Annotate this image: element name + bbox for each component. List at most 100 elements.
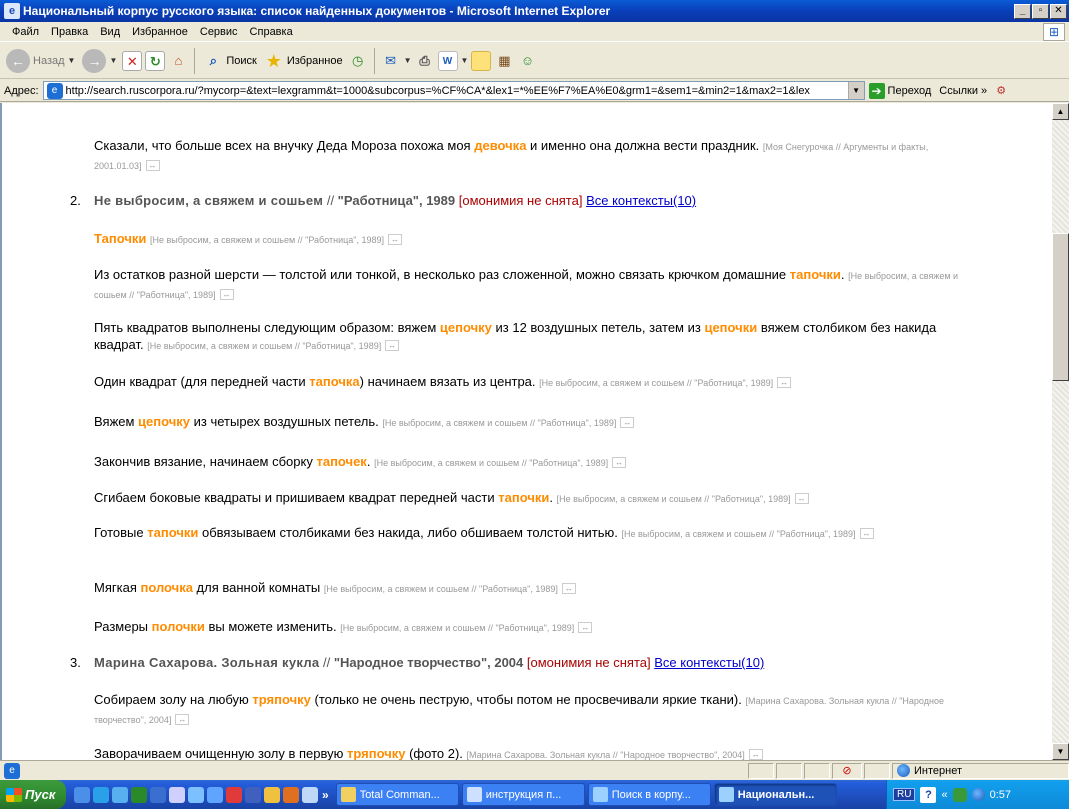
ie-app-icon[interactable]: e [4,3,20,19]
go-label: Переход [887,84,932,97]
close-button[interactable]: ✕ [1050,3,1067,19]
search-icon: ⌕ [209,52,218,68]
search-button[interactable]: ⌕ Поиск [201,47,258,75]
print-icon[interactable]: ⎙ [415,51,435,71]
scroll-down-arrow-icon[interactable]: ▼ [1052,743,1069,760]
result-sentence: Сказали, что больше всех на внучку Деда … [94,138,929,172]
mail-dropdown-icon[interactable]: ▼ [404,56,412,65]
tray-expand[interactable]: « [941,789,947,801]
toolbar: ← Назад ▼ → ▼ ✕ ↻ ⌂ ⌕ Поиск ★ Избранное … [0,43,1069,79]
scrollbar-thumb[interactable] [1052,233,1069,381]
all-contexts-link[interactable]: Все контексты(10) [586,193,696,208]
keyword-highlight: цепочку [439,320,492,335]
quick-launch-icon[interactable] [264,786,280,803]
quick-launch-icon[interactable] [93,786,109,803]
all-contexts-link[interactable]: Все контексты(10) [654,655,764,670]
refresh-icon[interactable]: ↻ [145,50,166,71]
expand-context-icon[interactable]: ↔ [385,340,400,352]
expand-context-icon[interactable]: ↔ [620,417,635,429]
total-commander-icon [340,787,356,802]
menu-tools[interactable]: Сервис [194,26,244,38]
document-header: 2. Не выбросим, а свяжем и сошьем // "Раб… [70,193,697,208]
back-dropdown-icon[interactable]: ▼ [68,56,76,65]
edit-icon[interactable]: W [437,50,458,71]
discuss-icon[interactable] [471,50,492,71]
messenger-icon[interactable]: ☺ [517,51,537,71]
address-dropdown-icon[interactable]: ▼ [847,82,864,99]
status-panel [804,762,830,779]
expand-context-icon[interactable]: ↔ [561,583,576,595]
expand-context-icon[interactable]: ↔ [612,457,627,469]
ie-icon [592,787,608,802]
menu-edit[interactable]: Правка [45,26,94,38]
taskbar-item-ie-active[interactable]: Национальн... [713,783,837,806]
favorites-button[interactable]: ★ Избранное [262,47,345,75]
document-source: "Работница", 1989 [337,193,456,208]
expand-context-icon[interactable]: ↔ [578,622,593,634]
go-button[interactable]: ➔ Переход [868,82,932,99]
taskbar-item-ie-search[interactable]: Поиск в корпу... [587,783,711,806]
quick-launch-icon[interactable] [302,786,318,803]
title-bar: e Национальный корпус русского языка: сп… [0,0,1069,22]
vertical-scrollbar[interactable]: ▲ ▼ [1052,103,1069,760]
keyword-highlight: тапочки [498,490,550,505]
expand-context-icon[interactable]: ↔ [794,493,809,505]
scroll-up-arrow-icon[interactable]: ▲ [1052,103,1069,120]
forward-dropdown-icon[interactable]: ▼ [109,56,117,65]
page-status-icon: e [4,762,20,779]
quick-launch-icon[interactable] [112,786,128,803]
taskbar-item-word-document[interactable]: инструкция п... [461,783,585,806]
quick-launch-icon[interactable] [131,786,147,803]
expand-context-icon[interactable]: ↔ [388,234,403,246]
taskbar: Пуск » Total Comman... инструкция п... П… [0,780,1069,809]
edit-dropdown-icon[interactable]: ▼ [461,56,469,65]
quick-launch-icon[interactable] [150,786,166,803]
network-icon[interactable] [952,787,967,802]
expand-context-icon[interactable]: ↔ [748,749,763,760]
expand-context-icon[interactable]: ↔ [145,160,160,172]
history-icon[interactable]: ◷ [348,51,368,71]
keyword-highlight: цепочку [138,414,191,429]
home-icon[interactable]: ⌂ [168,51,188,71]
expand-context-icon[interactable]: ↔ [219,289,234,301]
research-icon[interactable]: ▦ [494,51,514,71]
expand-context-icon[interactable]: ↔ [859,528,874,540]
stop-icon[interactable]: ✕ [122,50,143,71]
quick-launch-icon[interactable] [188,786,204,803]
translate-icon[interactable]: ⚙ [991,81,1011,101]
document-header: 3. Марина Сахарова. Зольная кукла // "Нар… [70,655,765,670]
menu-view[interactable]: Вид [94,26,126,38]
status-panel [776,762,802,779]
minimize-button[interactable]: _ [1014,3,1031,19]
menu-file[interactable]: Файл [6,26,45,38]
taskbar-item-total-commander[interactable]: Total Comman... [335,783,459,806]
menu-favorites[interactable]: Избранное [126,26,194,38]
quick-launch-icon[interactable] [283,786,299,803]
start-button[interactable]: Пуск [0,780,66,809]
expand-context-icon[interactable]: ↔ [175,714,190,726]
expand-context-icon[interactable]: ↔ [777,377,792,389]
quick-launch-icon[interactable] [207,786,223,803]
links-label: Ссылки [939,84,978,97]
back-button[interactable]: ← Назад ▼ [4,47,77,75]
address-input[interactable]: e http://search.ruscorpora.ru/?mycorp=&t… [42,81,865,100]
address-url[interactable]: http://search.ruscorpora.ru/?mycorp=&tex… [66,85,848,97]
back-label: Назад [33,54,65,67]
forward-button[interactable]: → ▼ [80,47,119,75]
result-sentence: Готовые тапочки обвязываем столбиками бе… [94,524,974,543]
messenger-tray-icon[interactable] [971,788,985,801]
menu-help[interactable]: Справка [244,26,299,38]
quick-launch-icon[interactable] [245,786,261,803]
language-indicator[interactable]: RU [893,788,916,801]
result-sentence: Собираем золу на любую тряпочку (только … [94,692,944,726]
maximize-button[interactable]: ▫ [1032,3,1049,19]
quick-launch-icon[interactable] [169,786,185,803]
keyword-highlight: Тапочки [94,231,147,246]
links-button[interactable]: Ссылки » [939,85,987,97]
popup-blocker-icon[interactable]: ⊘ [832,762,862,779]
mail-icon[interactable]: ✉ [381,51,401,71]
quick-launch-icon[interactable] [226,786,242,803]
help-icon[interactable]: ? [920,786,937,803]
quick-launch-more[interactable]: » [322,788,329,802]
quick-launch-icon[interactable] [74,786,90,803]
